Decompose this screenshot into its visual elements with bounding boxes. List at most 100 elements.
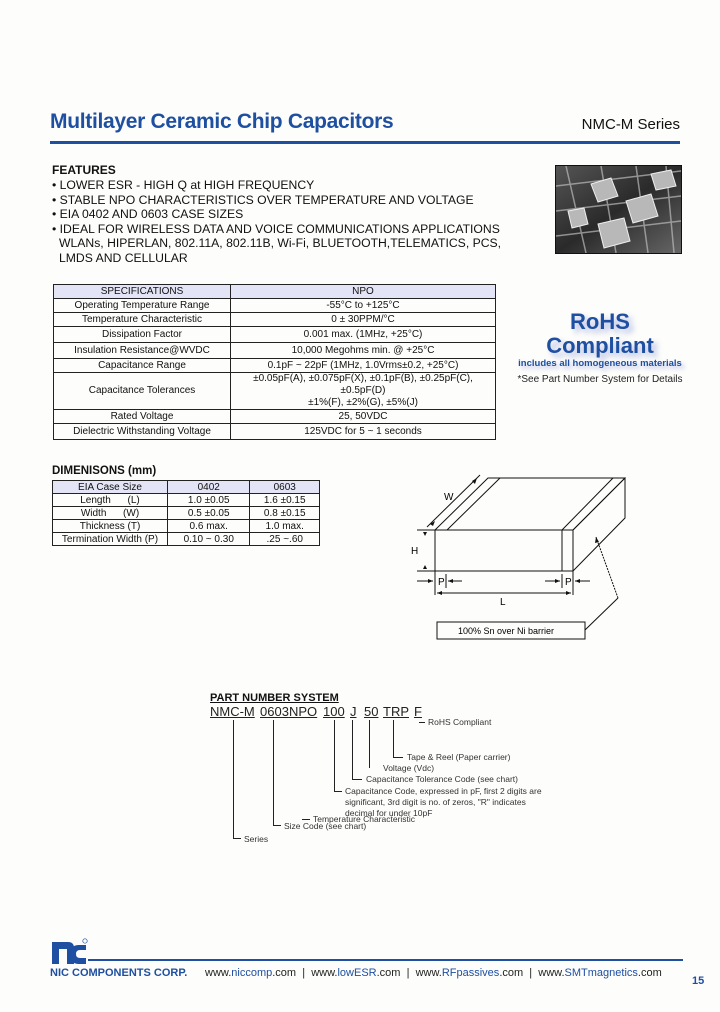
connector-line	[419, 722, 425, 723]
dim-value: 0.6 max.	[166, 519, 251, 533]
callout-text: 100% Sn over Ni barrier	[458, 626, 554, 636]
page-number: 15	[692, 975, 705, 987]
pn-desc-series: Series	[244, 834, 269, 844]
label-h: H	[411, 546, 418, 557]
connector-line	[233, 720, 234, 838]
label-p-right: P	[565, 577, 572, 588]
spec-value-line: ±0.05pF(A), ±0.075pF(X), ±0.1pF(B), ±0.2…	[253, 373, 473, 396]
separator: |	[406, 967, 410, 979]
feature-item: WLANs, HIPERLAN, 802.11A, 802.11B, Wi-Fi…	[59, 236, 502, 251]
spec-value: 10,000 Megohms min. @ +25°C	[230, 342, 496, 359]
chip-top-face	[434, 477, 627, 531]
pn-code-temp: NPO	[289, 704, 318, 719]
pn-code-tolerance: J	[350, 704, 357, 719]
dim-label: Thickness (T)	[52, 519, 168, 533]
dim-value: .25 ~.60	[249, 532, 320, 546]
header-cell: NPO	[230, 284, 496, 299]
link-smtmagnetics[interactable]: www.SMTmagnetics.com	[538, 967, 661, 979]
table-header-row: EIA Case Size 0402 0603	[52, 480, 320, 494]
spec-label: Capacitance Tolerances	[53, 372, 231, 410]
table-row: Dielectric Withstanding Voltage 125VDC f…	[53, 423, 496, 440]
dim-value: 0.8 ±0.15	[249, 506, 320, 520]
table-row: Termination Width (P) 0.10 ~ 0.30 .25 ~.…	[52, 532, 320, 546]
connector-line	[334, 791, 342, 792]
spec-value: ±0.05pF(A), ±0.075pF(X), ±0.1pF(B), ±0.2…	[230, 372, 496, 410]
rohs-title: RoHS	[570, 309, 630, 334]
spec-value: -55°C to +125°C	[230, 298, 496, 313]
feature-item: LMDS AND CELLULAR	[59, 250, 188, 265]
connector-line	[302, 819, 310, 820]
link-rfpassives[interactable]: www.RFpassives.com	[416, 967, 524, 979]
connector-line	[393, 757, 403, 758]
spec-value: 0.001 max. (1MHz, +25°C)	[230, 326, 496, 343]
connector-line	[369, 720, 370, 768]
connector-line	[273, 825, 281, 826]
feature-item: • IDEAL FOR WIRELESS DATA AND VOICE COMM…	[52, 221, 500, 236]
connector-line	[273, 720, 274, 825]
spec-value: 125VDC for 5 ~ 1 seconds	[230, 423, 496, 440]
spec-label: Operating Temperature Range	[53, 298, 231, 313]
header-cell: SPECIFICATIONS	[53, 284, 231, 299]
table-row: Temperature Characteristic 0 ± 30PPM/°C	[53, 312, 496, 327]
link-lowesr[interactable]: www.lowESR.com	[311, 967, 400, 979]
spec-value: 0 ± 30PPM/°C	[230, 312, 496, 327]
chip-dimension-diagram: W H P P L 100% Sn over Ni barrier	[411, 474, 627, 640]
rohs-compliant: Compliant	[546, 333, 654, 358]
feature-item: • LOWER ESR - HIGH Q at HIGH FREQUENCY	[52, 178, 315, 192]
rohs-badge: RoHS Compliant includes all homogeneous …	[500, 309, 700, 386]
dim-value: 1.6 ±0.15	[249, 493, 320, 507]
nic-logo-icon	[52, 938, 88, 964]
dim-label: Termination Width (P)	[52, 532, 168, 546]
w-dimension-arrow	[426, 474, 481, 528]
chip-front-face	[434, 529, 574, 572]
label-w: W	[444, 492, 454, 503]
header-divider	[50, 141, 680, 144]
connector-line	[233, 838, 241, 839]
dim-label: Width (W)	[52, 506, 168, 520]
specifications-table: SPECIFICATIONS NPO Operating Temperature…	[53, 284, 496, 440]
spec-value: 25, 50VDC	[230, 409, 496, 424]
table-row: Insulation Resistance@WVDC 10,000 Megohm…	[53, 342, 496, 359]
spec-label: Capacitance Range	[53, 358, 231, 373]
pn-desc-rohs: RoHS Compliant	[428, 717, 492, 727]
pn-desc-size: Size Code (see chart)	[284, 821, 367, 831]
spec-label: Temperature Characteristic	[53, 312, 231, 327]
table-row: Width (W) 0.5 ±0.05 0.8 ±0.15	[52, 506, 320, 520]
page-title: Multilayer Ceramic Chip Capacitors	[50, 110, 394, 133]
connector-line	[393, 720, 394, 757]
pn-code-series: NMC-M	[210, 704, 255, 719]
feature-item: • STABLE NPO CHARACTERISTICS OVER TEMPER…	[52, 192, 474, 207]
pn-code-voltage: 50	[364, 704, 379, 719]
spec-label: Dissipation Factor	[53, 326, 231, 343]
series-name: NMC-M Series	[581, 116, 680, 133]
header-cell: EIA Case Size	[52, 480, 168, 494]
spec-label: Rated Voltage	[53, 409, 231, 424]
pn-desc-voltage: Voltage (Vdc)	[383, 763, 435, 773]
connector-line	[334, 720, 335, 791]
footer-divider	[88, 959, 683, 961]
spec-label: Dielectric Withstanding Voltage	[53, 423, 231, 440]
rohs-note: *See Part Number System for Details	[517, 374, 683, 385]
footer-links: www.niccomp.com | www.lowESR.com | www.R…	[205, 967, 662, 979]
spec-label: Insulation Resistance@WVDC	[53, 342, 231, 359]
label-p-left: P	[438, 577, 445, 588]
dimensions-table: EIA Case Size 0402 0603 Length (L) 1.0 ±…	[52, 480, 320, 546]
header-cell: 0603	[249, 480, 320, 494]
label-l: L	[500, 597, 506, 608]
dim-value: 0.10 ~ 0.30	[166, 532, 251, 546]
dim-value: 1.0 ±0.05	[166, 493, 251, 507]
table-row: Length (L) 1.0 ±0.05 1.6 ±0.15	[52, 493, 320, 507]
pn-desc-capacitance: Capacitance Code, expressed in pF, first…	[345, 786, 542, 796]
spec-value-line: ±1%(F), ±2%(G), ±5%(J)	[308, 397, 418, 408]
rohs-subtitle: includes all homogeneous materials	[518, 358, 682, 369]
part-number-heading: PART NUMBER SYSTEM	[210, 692, 339, 704]
table-row: Capacitance Range 0.1pF ~ 22pF (1MHz, 1.…	[53, 358, 496, 373]
table-row: Thickness (T) 0.6 max. 1.0 max.	[52, 519, 320, 533]
link-niccomp[interactable]: www.niccomp.com	[205, 967, 296, 979]
pn-desc-tolerance: Capacitance Tolerance Code (see chart)	[366, 774, 518, 784]
feature-item: • EIA 0402 AND 0603 CASE SIZES	[52, 207, 244, 222]
table-row: Operating Temperature Range -55°C to +12…	[53, 298, 496, 313]
separator: |	[529, 967, 533, 979]
pn-code-rohs: F	[414, 704, 422, 719]
pn-desc-capacitance: significant, 3rd digit is no. of zeros, …	[345, 797, 526, 807]
